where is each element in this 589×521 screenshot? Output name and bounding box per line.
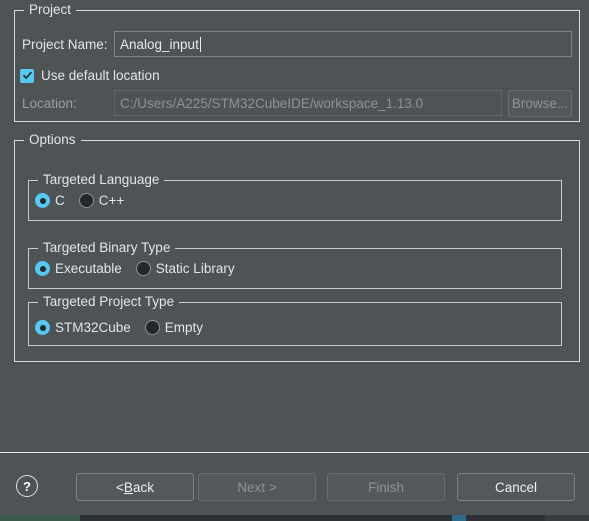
radio-selected-icon [35, 261, 50, 276]
text-caret [199, 36, 201, 52]
radio-unselected-icon [135, 261, 151, 276]
targeted-binary-type-label: Targeted Binary Type [38, 240, 176, 256]
options-group-label: Options [24, 132, 81, 148]
browse-button: Browse... [508, 90, 572, 117]
location-input: C:/Users/A225/STM32CubeIDE/workspace_1.1… [114, 90, 502, 116]
targeted-binary-type-options: Executable Static Library [35, 261, 249, 276]
radio-option-c[interactable]: C [35, 193, 65, 208]
background-window-strip [0, 515, 589, 521]
radio-label-executable: Executable [55, 261, 122, 276]
radio-option-static-library[interactable]: Static Library [135, 261, 235, 276]
check-icon [20, 68, 34, 83]
background-chip-teal [0, 515, 80, 521]
finish-button: Finish [327, 473, 445, 501]
new-stm32-project-dialog: Project Project Name: Analog_input Use d… [0, 0, 589, 515]
location-value: C:/Users/A225/STM32CubeIDE/workspace_1.1… [120, 95, 424, 111]
radio-unselected-icon [144, 320, 160, 335]
radio-label-stm32cube: STM32Cube [55, 320, 131, 335]
targeted-language-options: C C++ [35, 193, 138, 208]
radio-option-stm32cube[interactable]: STM32Cube [35, 320, 131, 335]
radio-label-static-library: Static Library [155, 261, 235, 276]
back-button[interactable]: < Back [76, 473, 194, 501]
radio-label-cpp: C++ [98, 193, 125, 208]
radio-option-empty[interactable]: Empty [144, 320, 204, 335]
project-name-label: Project Name: [22, 37, 108, 52]
next-button: Next > [198, 473, 316, 501]
radio-selected-icon [35, 320, 50, 335]
targeted-language-label: Targeted Language [38, 172, 165, 188]
radio-unselected-icon [78, 193, 94, 208]
background-chip-panel [545, 515, 589, 521]
footer-separator [0, 452, 589, 453]
back-button-suffix: ack [132, 479, 154, 495]
radio-option-executable[interactable]: Executable [35, 261, 122, 276]
use-default-location-checkbox[interactable]: Use default location [20, 68, 160, 83]
back-button-prefix: < [116, 479, 124, 495]
radio-label-c: C [55, 193, 65, 208]
location-label: Location: [22, 96, 77, 111]
background-chip-accent [452, 515, 466, 521]
use-default-location-label: Use default location [41, 68, 160, 83]
project-name-input[interactable]: Analog_input [114, 31, 572, 57]
back-button-mnemonic: B [123, 479, 133, 495]
targeted-project-type-label: Targeted Project Type [38, 294, 180, 310]
targeted-project-type-options: STM32Cube Empty [35, 320, 217, 335]
radio-label-empty: Empty [164, 320, 204, 335]
radio-selected-icon [35, 193, 50, 208]
project-name-value: Analog_input [120, 36, 199, 52]
radio-option-cpp[interactable]: C++ [78, 193, 125, 208]
cancel-button[interactable]: Cancel [457, 473, 575, 501]
question-mark-icon[interactable]: ? [16, 475, 38, 497]
project-group-label: Project [24, 2, 77, 18]
